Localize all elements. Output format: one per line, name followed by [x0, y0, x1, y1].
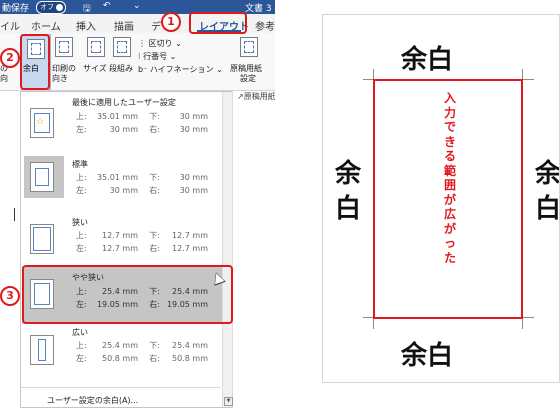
manuscript-icon[interactable] — [240, 37, 258, 57]
option-values-row-2: 左: 12.7 mm 右: 12.7 mm — [76, 244, 208, 253]
breaks-label: 区切り — [148, 39, 173, 48]
tab-file[interactable]: イル — [0, 18, 20, 33]
highlight-moderate-option — [22, 265, 233, 324]
side-group-text: 原稿用紙 — [243, 92, 275, 101]
option-values-row-1: 上: 35.01 mm 下: 30 mm — [76, 112, 208, 121]
top-margin-label: 余白 — [401, 45, 454, 75]
text-area-label: 入力できる範囲が広がった — [443, 91, 456, 265]
corner-guide — [522, 317, 534, 318]
text-caret — [14, 208, 15, 221]
margin-preview-icon — [30, 162, 54, 192]
step-badge-1: 1 — [161, 12, 181, 32]
hyphenation-label: ハイフネーション — [149, 65, 214, 74]
tab-insert[interactable]: 挿入 — [76, 18, 96, 33]
margins-dropdown: ☆ 最後に適用したユーザー設定 上: 35.01 mm 下: 30 mm 左: 30 m… — [20, 91, 233, 408]
manuscript-label-2: 設定 — [240, 74, 256, 83]
margin-diagram: 余白 余白 余白 余白 入力できる範囲が広がった — [322, 14, 560, 383]
corner-guide — [522, 79, 534, 80]
menu-divider — [21, 387, 221, 388]
left-margin-label: 余白 — [334, 159, 361, 224]
option-values-row-1: 上: 35.01 mm 下: 30 mm — [76, 173, 208, 182]
margin-preview-icon: ☆ — [30, 108, 54, 138]
margin-preview-icon — [30, 335, 54, 365]
tab-design[interactable]: デ — [151, 18, 161, 33]
orientation-icon[interactable] — [55, 37, 73, 57]
side-panel — [232, 91, 275, 408]
side-group-label: ↗原稿用紙 — [237, 91, 275, 102]
option-values-row-1: 上: 25.4 mm 下: 25.4 mm — [76, 341, 208, 350]
columns-label: 段組み — [109, 64, 133, 73]
highlight-layout-tab — [189, 12, 247, 34]
word-screenshot: 動保存 オフ 🖫 ↶ ⌄ 文書 3 - イル ホーム 挿入 描画 デ レイアウト… — [0, 0, 275, 408]
option-values-row-2: 左: 30 mm 右: 30 mm — [76, 125, 208, 134]
option-name: 広い — [72, 328, 88, 337]
side-group-icon: ↗ — [237, 92, 244, 101]
tab-draw[interactable]: 描画 — [114, 18, 134, 33]
margin-option-last-custom[interactable]: ☆ 最後に適用したユーザー設定 上: 35.01 mm 下: 30 mm 左: 30 m… — [22, 94, 222, 156]
option-values-row-2: 左: 30 mm 右: 30 mm — [76, 186, 208, 195]
margin-option-narrow[interactable]: 狭い 上: 12.7 mm 下: 12.7 mm 左: 12.7 mm 右: 12.7 mm — [22, 216, 222, 266]
customize-qat-icon[interactable]: ⌄ — [133, 1, 141, 11]
autosave-state: オフ — [40, 3, 54, 11]
scroll-down-icon[interactable]: ▼ — [224, 397, 233, 406]
option-name: 最後に適用したユーザー設定 — [72, 98, 176, 107]
tab-references[interactable]: 参考 — [255, 18, 275, 33]
option-name: 標準 — [72, 160, 88, 169]
highlight-margins-button — [20, 34, 50, 90]
bottom-margin-label: 余白 — [401, 341, 454, 371]
right-margin-label: 余白 — [534, 159, 560, 224]
size-icon[interactable] — [87, 37, 105, 57]
document-name: 文書 3 - — [245, 4, 275, 14]
columns-icon[interactable] — [113, 37, 131, 57]
breaks-button[interactable]: ⋮ 区切り ⌄ — [138, 38, 182, 49]
menu-scrollbar[interactable]: ▼ — [222, 92, 233, 407]
step-badge-3: 3 — [0, 286, 20, 306]
step-badge-2: 2 — [0, 48, 20, 68]
orientation-label-2: 向き — [52, 74, 68, 83]
custom-margins-link[interactable]: ユーザー設定の余白(A)... — [47, 395, 138, 406]
line-numbers-label: 行番号 — [143, 52, 168, 61]
line-numbers-button[interactable]: ⁝ 行番号 ⌄ — [138, 51, 176, 62]
margin-option-standard[interactable]: 標準 上: 35.01 mm 下: 30 mm 左: 30 mm 右: 30 mm — [22, 156, 222, 216]
margin-preview-icon — [30, 224, 54, 254]
toggle-knob — [56, 4, 63, 11]
undo-icon[interactable]: ↶ — [103, 1, 111, 11]
option-name: 狭い — [72, 218, 88, 227]
document-page[interactable] — [0, 91, 20, 408]
hyphenation-button[interactable]: b⁻ ハイフネーション ⌄ — [138, 64, 223, 75]
tab-home[interactable]: ホーム — [31, 18, 61, 33]
option-values-row-2: 左: 50.8 mm 右: 50.8 mm — [76, 354, 208, 363]
margin-option-wide[interactable]: 広い 上: 25.4 mm 下: 25.4 mm 左: 50.8 mm 右: 50.8 mm — [22, 326, 222, 384]
star-icon: ☆ — [36, 117, 45, 127]
size-label: サイズ — [83, 64, 107, 73]
cut-label-2: 向 — [0, 74, 8, 83]
autosave-label: 動保存 — [2, 4, 30, 14]
option-values-row-1: 上: 12.7 mm 下: 12.7 mm — [76, 231, 208, 240]
